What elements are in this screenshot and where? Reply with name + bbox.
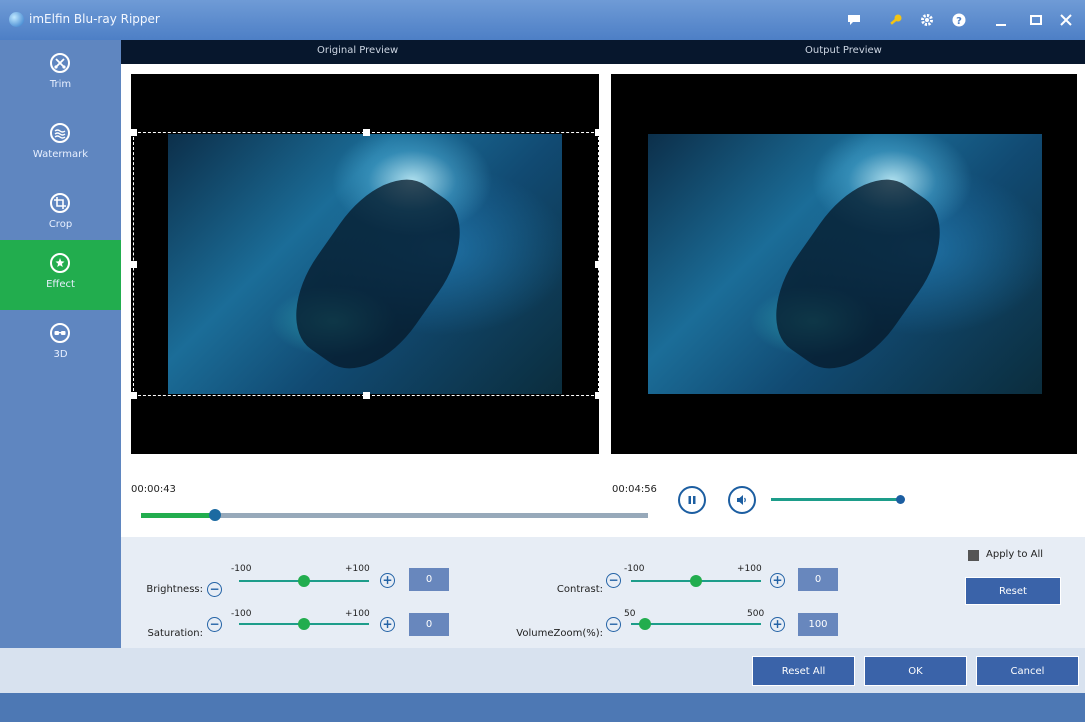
crop-handle[interactable] xyxy=(363,129,370,136)
window-title: imElfin Blu-ray Ripper xyxy=(29,12,160,26)
volume-button[interactable] xyxy=(728,486,756,514)
sidebar-item-label: Crop xyxy=(48,219,73,230)
scissors-icon xyxy=(50,53,70,73)
minimize-icon[interactable] xyxy=(990,9,1012,31)
contrast-max-label: +100 xyxy=(737,564,762,574)
crop-handle[interactable] xyxy=(595,261,602,268)
preview-area xyxy=(121,64,1085,464)
maximize-icon[interactable] xyxy=(1025,9,1047,31)
sidebar-item-label: Watermark xyxy=(32,149,89,160)
sidebar-item-effect[interactable]: Effect xyxy=(0,240,121,310)
sidebar-item-label: 3D xyxy=(53,349,68,360)
apply-to-all-label: Apply to All xyxy=(986,549,1044,560)
volume-zoom-value-field[interactable]: 100 xyxy=(798,613,838,636)
volume-zoom-slider-thumb[interactable] xyxy=(639,618,652,630)
volume-zoom-min-label: 50 xyxy=(624,609,636,619)
volume-zoom-max-label: 500 xyxy=(747,609,765,619)
progress-fill xyxy=(141,513,215,518)
crop-handle[interactable] xyxy=(130,392,137,399)
original-preview-frame xyxy=(130,74,602,454)
saturation-plus-button[interactable]: + xyxy=(380,617,395,632)
help-icon[interactable]: ? xyxy=(948,9,970,31)
sidebar-item-watermark[interactable]: Watermark xyxy=(0,110,121,180)
svg-text:?: ? xyxy=(956,16,962,27)
3d-glasses-icon xyxy=(50,323,70,343)
saturation-value-field[interactable]: 0 xyxy=(409,613,449,636)
brightness-slider[interactable] xyxy=(239,575,369,587)
crop-handle[interactable] xyxy=(130,129,137,136)
saturation-slider[interactable] xyxy=(239,618,369,630)
volume-zoom-label: VolumeZoom(%): xyxy=(516,628,603,639)
status-bar xyxy=(0,693,1085,722)
close-icon[interactable] xyxy=(1055,9,1077,31)
volume-zoom-minus-button[interactable]: − xyxy=(606,617,621,632)
brightness-slider-thumb[interactable] xyxy=(298,575,310,587)
apply-to-all-checkbox[interactable] xyxy=(968,550,979,561)
reset-all-button[interactable]: Reset All xyxy=(752,656,855,686)
saturation-minus-button[interactable]: − xyxy=(207,617,222,632)
footer: Reset All OK Cancel xyxy=(0,648,1085,693)
app-logo-icon xyxy=(9,12,24,27)
saturation-max-label: +100 xyxy=(345,609,370,619)
gear-icon[interactable] xyxy=(916,9,938,31)
brightness-value-field[interactable]: 0 xyxy=(409,568,449,591)
progress-thumb[interactable] xyxy=(208,509,221,521)
progress-track[interactable] xyxy=(141,509,648,521)
crop-handle[interactable] xyxy=(595,129,602,136)
crop-handle[interactable] xyxy=(130,261,137,268)
crop-handle[interactable] xyxy=(595,392,602,399)
watermark-icon xyxy=(50,123,70,143)
speaker-icon xyxy=(737,495,746,505)
volume-slider[interactable] xyxy=(771,495,905,504)
sidebar-item-label: Trim xyxy=(49,79,72,90)
total-time: 00:04:56 xyxy=(612,484,657,495)
crop-selection-box[interactable] xyxy=(130,129,602,399)
contrast-minus-button[interactable]: − xyxy=(606,573,621,588)
saturation-min-label: -100 xyxy=(231,609,252,619)
brightness-minus-button[interactable]: − xyxy=(207,582,222,597)
brightness-max-label: +100 xyxy=(345,564,370,574)
chat-icon[interactable] xyxy=(843,9,865,31)
output-preview-title: Output Preview xyxy=(805,45,882,56)
volume-zoom-plus-button[interactable]: + xyxy=(770,617,785,632)
contrast-min-label: -100 xyxy=(624,564,645,574)
volume-thumb[interactable] xyxy=(896,495,905,504)
contrast-label: Contrast: xyxy=(556,584,603,595)
effect-icon xyxy=(50,253,70,273)
brightness-plus-button[interactable]: + xyxy=(380,573,395,588)
sidebar-item-trim[interactable]: Trim xyxy=(0,40,121,110)
brightness-label: Brightness: xyxy=(146,584,203,595)
playback-bar: 00:00:43 00:04:56 xyxy=(121,464,1085,537)
crop-icon xyxy=(50,193,70,213)
preview-header: Original Preview Output Preview xyxy=(121,40,1085,64)
sidebar-item-label: Effect xyxy=(46,279,75,290)
crop-handle[interactable] xyxy=(363,392,370,399)
saturation-slider-thumb[interactable] xyxy=(298,618,310,630)
original-preview-title: Original Preview xyxy=(317,45,399,56)
key-icon[interactable] xyxy=(885,9,907,31)
contrast-plus-button[interactable]: + xyxy=(770,573,785,588)
cancel-button[interactable]: Cancel xyxy=(976,656,1079,686)
saturation-label: Saturation: xyxy=(147,628,204,639)
pause-button[interactable] xyxy=(678,486,706,514)
ok-button[interactable]: OK xyxy=(864,656,967,686)
pause-icon xyxy=(688,496,696,504)
effect-controls: Brightness: − -100 +100 + 0 Saturation: … xyxy=(121,537,1085,648)
sidebar-item-3d[interactable]: 3D xyxy=(0,310,121,380)
volume-zoom-slider[interactable] xyxy=(631,618,761,630)
current-time: 00:00:43 xyxy=(131,484,176,495)
output-video-frame xyxy=(648,134,1042,394)
sidebar: Trim Watermark Crop Effect 3D xyxy=(0,40,121,648)
output-preview-frame xyxy=(611,74,1077,454)
brightness-min-label: -100 xyxy=(231,564,252,574)
contrast-slider-thumb[interactable] xyxy=(690,575,702,587)
contrast-slider[interactable] xyxy=(631,575,761,587)
contrast-value-field[interactable]: 0 xyxy=(798,568,838,591)
title-bar: imElfin Blu-ray Ripper ? xyxy=(0,0,1085,40)
reset-button[interactable]: Reset xyxy=(965,577,1061,605)
